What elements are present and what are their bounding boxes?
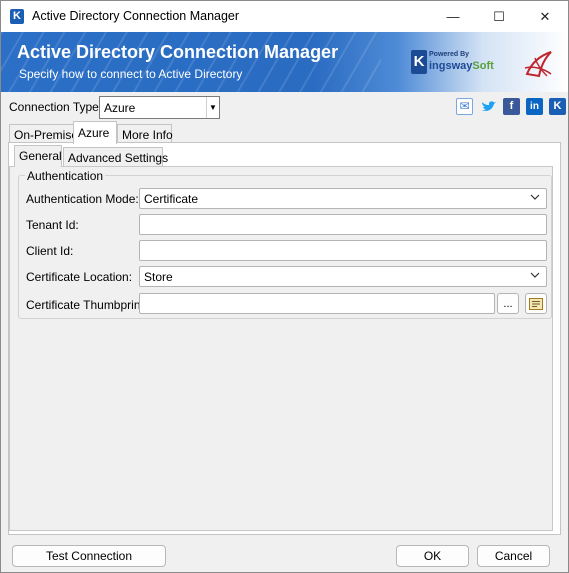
linkedin-icon[interactable]: in (526, 98, 543, 115)
logo-name: ingswaySoft (429, 60, 494, 72)
kingswaysoft-logo: K Powered By ingswaySoft (411, 50, 511, 78)
tab-on-premise[interactable]: On-Premise (9, 124, 78, 144)
tab-azure[interactable]: Azure (73, 121, 117, 144)
authentication-mode-value: Certificate (144, 192, 199, 206)
maximize-button[interactable]: ☐ (476, 1, 522, 32)
header-banner: Active Directory Connection Manager Spec… (1, 32, 568, 92)
subtab-advanced-settings[interactable]: Advanced Settings (63, 147, 168, 166)
certificate-icon (529, 297, 543, 310)
client-id-label: Client Id: (26, 244, 74, 258)
certificate-location-label: Certificate Location: (26, 270, 133, 284)
certificate-thumbprint-input[interactable] (139, 293, 495, 314)
logo-k-mark: K (411, 50, 427, 74)
facebook-icon[interactable]: f (503, 98, 520, 115)
dialog-window: K Active Directory Connection Manager — … (0, 0, 569, 573)
tenant-id-input[interactable] (139, 214, 547, 235)
window-title: Active Directory Connection Manager (32, 9, 240, 23)
connection-type-select[interactable]: Azure ▼ (99, 96, 220, 119)
authentication-group-label: Authentication (25, 169, 106, 183)
cancel-button[interactable]: Cancel (477, 545, 550, 567)
tenant-id-label: Tenant Id: (26, 218, 79, 232)
certificate-thumbprint-label: Certificate Thumbprint: (26, 298, 148, 312)
app-icon: K (10, 9, 24, 24)
certificate-location-value: Store (144, 270, 173, 284)
twitter-icon[interactable] (480, 98, 497, 115)
chevron-down-icon (530, 270, 540, 283)
close-button[interactable]: ✕ (522, 1, 568, 32)
certificate-picker-button[interactable] (525, 293, 547, 314)
client-id-input[interactable] (139, 240, 547, 261)
banner-subtitle: Specify how to connect to Active Directo… (19, 67, 243, 81)
title-bar: K Active Directory Connection Manager — … (1, 1, 568, 32)
certificate-location-select[interactable]: Store (139, 266, 547, 287)
minimize-button[interactable]: — (430, 1, 476, 32)
chevron-down-icon (530, 192, 540, 205)
browse-button[interactable]: ... (497, 293, 519, 314)
banner-title: Active Directory Connection Manager (17, 42, 339, 62)
authentication-mode-label: Authentication Mode: (26, 192, 139, 206)
logo-powered-by: Powered By (429, 51, 470, 58)
ok-button[interactable]: OK (396, 545, 469, 567)
tab-more-info[interactable]: More Info (117, 124, 173, 144)
sql-server-icon (524, 51, 552, 78)
chevron-down-icon: ▼ (206, 97, 219, 118)
connection-type-value: Azure (104, 101, 136, 115)
authentication-mode-select[interactable]: Certificate (139, 188, 547, 209)
connection-type-label: Connection Type: (9, 100, 103, 114)
kingsway-icon[interactable]: K (549, 98, 566, 115)
test-connection-button[interactable]: Test Connection (12, 545, 166, 567)
subtab-general[interactable]: General (14, 145, 62, 167)
mail-icon[interactable]: ✉ (456, 98, 473, 115)
